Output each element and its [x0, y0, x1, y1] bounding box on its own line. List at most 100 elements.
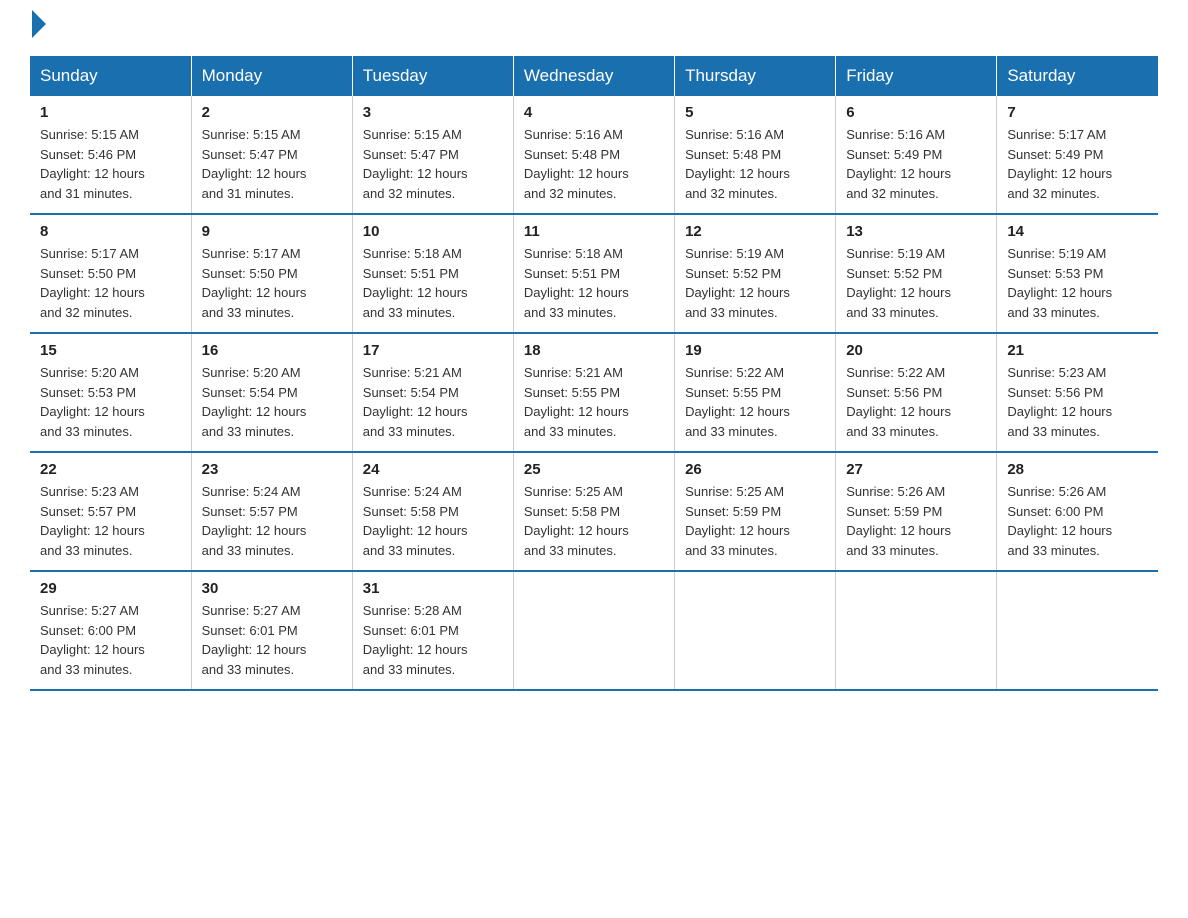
calendar-week-row: 22 Sunrise: 5:23 AM Sunset: 5:57 PM Dayl…: [30, 452, 1158, 571]
day-info: Sunrise: 5:25 AM Sunset: 5:59 PM Dayligh…: [685, 482, 825, 560]
calendar-cell: 30 Sunrise: 5:27 AM Sunset: 6:01 PM Dayl…: [191, 571, 352, 690]
day-number: 5: [685, 104, 825, 121]
calendar-cell: 6 Sunrise: 5:16 AM Sunset: 5:49 PM Dayli…: [836, 96, 997, 214]
day-number: 26: [685, 461, 825, 478]
calendar-cell: 20 Sunrise: 5:22 AM Sunset: 5:56 PM Dayl…: [836, 333, 997, 452]
calendar-cell: 22 Sunrise: 5:23 AM Sunset: 5:57 PM Dayl…: [30, 452, 191, 571]
weekday-header-monday: Monday: [191, 56, 352, 96]
day-number: 12: [685, 223, 825, 240]
calendar-cell: 29 Sunrise: 5:27 AM Sunset: 6:00 PM Dayl…: [30, 571, 191, 690]
calendar-cell: 3 Sunrise: 5:15 AM Sunset: 5:47 PM Dayli…: [352, 96, 513, 214]
day-info: Sunrise: 5:22 AM Sunset: 5:55 PM Dayligh…: [685, 363, 825, 441]
calendar-cell: 19 Sunrise: 5:22 AM Sunset: 5:55 PM Dayl…: [675, 333, 836, 452]
calendar-cell: 21 Sunrise: 5:23 AM Sunset: 5:56 PM Dayl…: [997, 333, 1158, 452]
day-info: Sunrise: 5:18 AM Sunset: 5:51 PM Dayligh…: [524, 244, 664, 322]
day-info: Sunrise: 5:21 AM Sunset: 5:55 PM Dayligh…: [524, 363, 664, 441]
day-info: Sunrise: 5:16 AM Sunset: 5:48 PM Dayligh…: [685, 125, 825, 203]
day-number: 10: [363, 223, 503, 240]
day-number: 20: [846, 342, 986, 359]
day-info: Sunrise: 5:24 AM Sunset: 5:57 PM Dayligh…: [202, 482, 342, 560]
logo: [30, 20, 46, 38]
weekday-header-row: SundayMondayTuesdayWednesdayThursdayFrid…: [30, 56, 1158, 96]
day-number: 22: [40, 461, 181, 478]
day-info: Sunrise: 5:17 AM Sunset: 5:49 PM Dayligh…: [1007, 125, 1148, 203]
calendar-cell: 15 Sunrise: 5:20 AM Sunset: 5:53 PM Dayl…: [30, 333, 191, 452]
day-number: 24: [363, 461, 503, 478]
day-number: 4: [524, 104, 664, 121]
weekday-header-friday: Friday: [836, 56, 997, 96]
day-number: 3: [363, 104, 503, 121]
day-info: Sunrise: 5:22 AM Sunset: 5:56 PM Dayligh…: [846, 363, 986, 441]
weekday-header-tuesday: Tuesday: [352, 56, 513, 96]
day-number: 8: [40, 223, 181, 240]
day-info: Sunrise: 5:27 AM Sunset: 6:01 PM Dayligh…: [202, 601, 342, 679]
day-info: Sunrise: 5:15 AM Sunset: 5:46 PM Dayligh…: [40, 125, 181, 203]
day-number: 6: [846, 104, 986, 121]
day-number: 1: [40, 104, 181, 121]
day-number: 11: [524, 223, 664, 240]
day-number: 19: [685, 342, 825, 359]
day-number: 28: [1007, 461, 1148, 478]
calendar-cell: 31 Sunrise: 5:28 AM Sunset: 6:01 PM Dayl…: [352, 571, 513, 690]
day-info: Sunrise: 5:26 AM Sunset: 5:59 PM Dayligh…: [846, 482, 986, 560]
day-number: 30: [202, 580, 342, 597]
day-number: 18: [524, 342, 664, 359]
day-number: 7: [1007, 104, 1148, 121]
calendar-week-row: 15 Sunrise: 5:20 AM Sunset: 5:53 PM Dayl…: [30, 333, 1158, 452]
calendar-cell: 27 Sunrise: 5:26 AM Sunset: 5:59 PM Dayl…: [836, 452, 997, 571]
day-info: Sunrise: 5:16 AM Sunset: 5:48 PM Dayligh…: [524, 125, 664, 203]
day-info: Sunrise: 5:27 AM Sunset: 6:00 PM Dayligh…: [40, 601, 181, 679]
calendar-week-row: 1 Sunrise: 5:15 AM Sunset: 5:46 PM Dayli…: [30, 96, 1158, 214]
day-number: 27: [846, 461, 986, 478]
day-info: Sunrise: 5:15 AM Sunset: 5:47 PM Dayligh…: [202, 125, 342, 203]
day-info: Sunrise: 5:20 AM Sunset: 5:53 PM Dayligh…: [40, 363, 181, 441]
day-info: Sunrise: 5:19 AM Sunset: 5:52 PM Dayligh…: [685, 244, 825, 322]
day-info: Sunrise: 5:25 AM Sunset: 5:58 PM Dayligh…: [524, 482, 664, 560]
calendar-cell: 9 Sunrise: 5:17 AM Sunset: 5:50 PM Dayli…: [191, 214, 352, 333]
day-number: 15: [40, 342, 181, 359]
day-info: Sunrise: 5:23 AM Sunset: 5:56 PM Dayligh…: [1007, 363, 1148, 441]
calendar-cell: 12 Sunrise: 5:19 AM Sunset: 5:52 PM Dayl…: [675, 214, 836, 333]
day-info: Sunrise: 5:15 AM Sunset: 5:47 PM Dayligh…: [363, 125, 503, 203]
calendar-cell: 4 Sunrise: 5:16 AM Sunset: 5:48 PM Dayli…: [513, 96, 674, 214]
calendar-cell: 11 Sunrise: 5:18 AM Sunset: 5:51 PM Dayl…: [513, 214, 674, 333]
day-info: Sunrise: 5:17 AM Sunset: 5:50 PM Dayligh…: [202, 244, 342, 322]
page-header: [30, 20, 1158, 38]
calendar-cell: 10 Sunrise: 5:18 AM Sunset: 5:51 PM Dayl…: [352, 214, 513, 333]
day-number: 17: [363, 342, 503, 359]
calendar-cell: 5 Sunrise: 5:16 AM Sunset: 5:48 PM Dayli…: [675, 96, 836, 214]
calendar-cell: 16 Sunrise: 5:20 AM Sunset: 5:54 PM Dayl…: [191, 333, 352, 452]
calendar-cell: [513, 571, 674, 690]
calendar-cell: 13 Sunrise: 5:19 AM Sunset: 5:52 PM Dayl…: [836, 214, 997, 333]
weekday-header-saturday: Saturday: [997, 56, 1158, 96]
calendar-cell: 1 Sunrise: 5:15 AM Sunset: 5:46 PM Dayli…: [30, 96, 191, 214]
calendar-cell: [836, 571, 997, 690]
day-info: Sunrise: 5:23 AM Sunset: 5:57 PM Dayligh…: [40, 482, 181, 560]
calendar-table: SundayMondayTuesdayWednesdayThursdayFrid…: [30, 56, 1158, 691]
day-number: 13: [846, 223, 986, 240]
day-info: Sunrise: 5:24 AM Sunset: 5:58 PM Dayligh…: [363, 482, 503, 560]
logo-triangle-icon: [32, 10, 46, 38]
calendar-cell: 28 Sunrise: 5:26 AM Sunset: 6:00 PM Dayl…: [997, 452, 1158, 571]
calendar-cell: 26 Sunrise: 5:25 AM Sunset: 5:59 PM Dayl…: [675, 452, 836, 571]
day-info: Sunrise: 5:19 AM Sunset: 5:52 PM Dayligh…: [846, 244, 986, 322]
day-info: Sunrise: 5:17 AM Sunset: 5:50 PM Dayligh…: [40, 244, 181, 322]
day-number: 23: [202, 461, 342, 478]
day-info: Sunrise: 5:20 AM Sunset: 5:54 PM Dayligh…: [202, 363, 342, 441]
day-info: Sunrise: 5:18 AM Sunset: 5:51 PM Dayligh…: [363, 244, 503, 322]
day-number: 21: [1007, 342, 1148, 359]
calendar-week-row: 8 Sunrise: 5:17 AM Sunset: 5:50 PM Dayli…: [30, 214, 1158, 333]
calendar-cell: 24 Sunrise: 5:24 AM Sunset: 5:58 PM Dayl…: [352, 452, 513, 571]
calendar-cell: 7 Sunrise: 5:17 AM Sunset: 5:49 PM Dayli…: [997, 96, 1158, 214]
day-info: Sunrise: 5:28 AM Sunset: 6:01 PM Dayligh…: [363, 601, 503, 679]
day-info: Sunrise: 5:26 AM Sunset: 6:00 PM Dayligh…: [1007, 482, 1148, 560]
day-info: Sunrise: 5:21 AM Sunset: 5:54 PM Dayligh…: [363, 363, 503, 441]
calendar-week-row: 29 Sunrise: 5:27 AM Sunset: 6:00 PM Dayl…: [30, 571, 1158, 690]
calendar-cell: 8 Sunrise: 5:17 AM Sunset: 5:50 PM Dayli…: [30, 214, 191, 333]
day-number: 31: [363, 580, 503, 597]
calendar-cell: 2 Sunrise: 5:15 AM Sunset: 5:47 PM Dayli…: [191, 96, 352, 214]
weekday-header-sunday: Sunday: [30, 56, 191, 96]
day-number: 14: [1007, 223, 1148, 240]
day-number: 2: [202, 104, 342, 121]
day-number: 16: [202, 342, 342, 359]
